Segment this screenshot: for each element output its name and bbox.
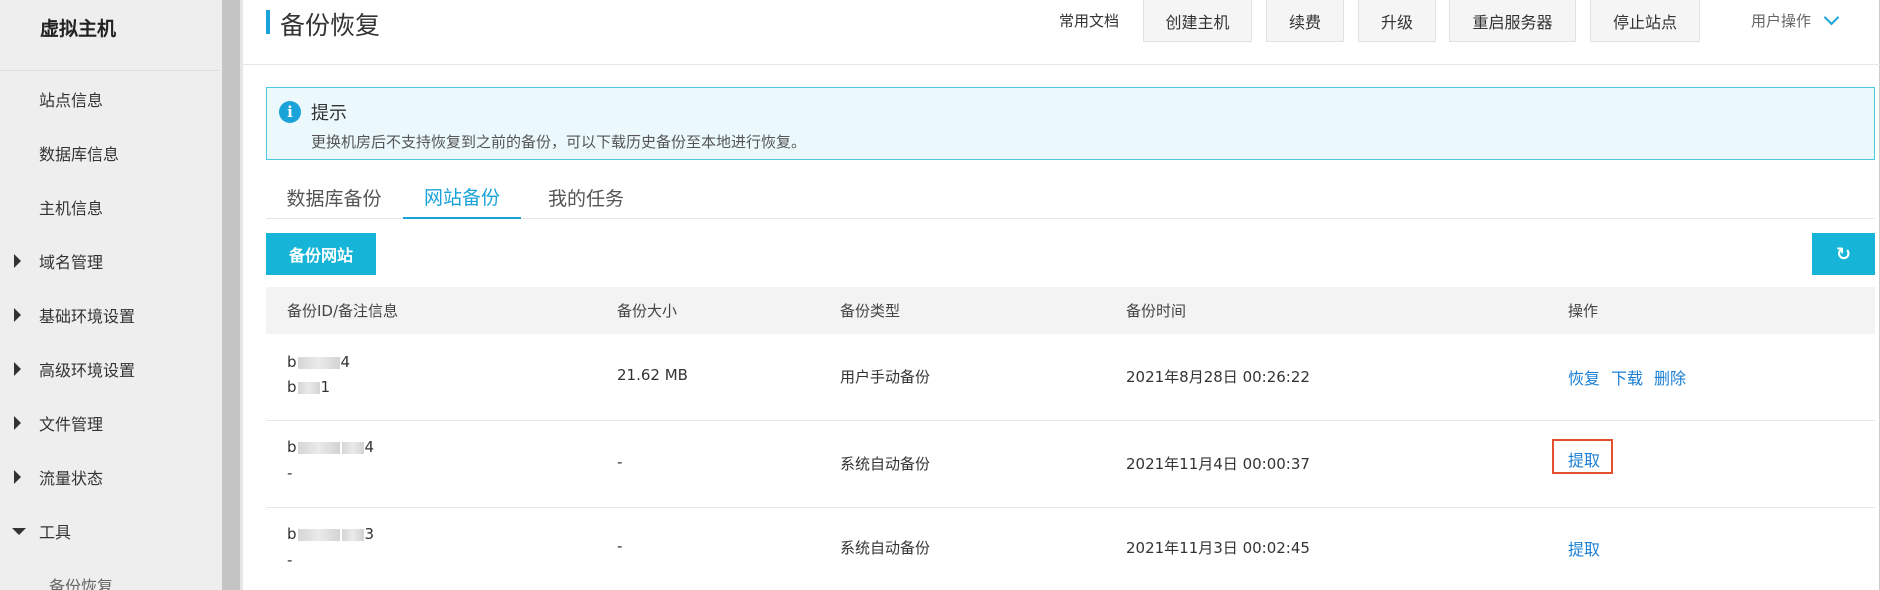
table-row: b3 - - 系统自动备份 2021年11月3日 00:02:45 提取 (266, 509, 1875, 590)
refresh-icon: ↻ (1835, 243, 1852, 265)
backup-size: - (617, 537, 623, 555)
column-header: 备份ID/备注信息 (287, 302, 399, 320)
stop-site-button[interactable]: 停止站点 (1590, 0, 1700, 42)
column-header: 备份大小 (617, 302, 678, 320)
sidebar-item-traffic[interactable]: 流量状态 (0, 457, 220, 497)
sidebar-item-label: 备份恢复 (49, 577, 114, 590)
table-row: b4 - - 系统自动备份 2021年11月4日 00:00:37 提取 (266, 422, 1875, 508)
info-icon: i (279, 101, 301, 123)
extract-link[interactable]: 提取 (1568, 536, 1600, 560)
backup-note: b1 (287, 378, 331, 396)
sidebar-item-label: 流量状态 (39, 469, 104, 488)
sidebar-item-label: 站点信息 (39, 91, 104, 110)
sidebar-item-domain[interactable]: 域名管理 (0, 241, 220, 281)
sidebar-item-label: 高级环境设置 (39, 361, 136, 380)
sidebar-item-basic-env[interactable]: 基础环境设置 (0, 295, 220, 335)
backup-note: - (287, 464, 293, 482)
notice-text: 更换机房后不支持恢复到之前的备份，可以下载历史备份至本地进行恢复。 (311, 133, 807, 151)
notice-box: i 提示 更换机房后不支持恢复到之前的备份，可以下载历史备份至本地进行恢复。 (266, 87, 1875, 160)
restore-link[interactable]: 恢复 (1568, 365, 1600, 389)
sidebar: 虚拟主机 站点信息 数据库信息 主机信息 域名管理 基础环境设置 高级环境设置 … (0, 0, 222, 590)
sidebar-item-host-info[interactable]: 主机信息 (0, 187, 220, 227)
tab-database-backup[interactable]: 数据库备份 (266, 176, 402, 219)
delete-link[interactable]: 删除 (1654, 365, 1686, 389)
sidebar-item-backup-restore[interactable]: 备份恢复 (0, 565, 220, 590)
tab-website-backup[interactable]: 网站备份 (403, 176, 521, 219)
table-header: 备份ID/备注信息 备份大小 备份类型 备份时间 操作 (266, 287, 1875, 334)
sidebar-item-database-info[interactable]: 数据库信息 (0, 133, 220, 173)
sidebar-item-advanced-env[interactable]: 高级环境设置 (0, 349, 220, 389)
sidebar-item-label: 主机信息 (39, 199, 104, 218)
backup-id: b4 (287, 353, 351, 371)
chevron-down-icon[interactable] (1823, 9, 1840, 26)
caret-right-icon (14, 470, 21, 484)
page-title: 备份恢复 (280, 11, 381, 40)
page-header: 备份恢复 常用文档 创建主机 续费 升级 重启服务器 停止站点 用户操作 (243, 0, 1880, 65)
download-link[interactable]: 下载 (1611, 365, 1643, 389)
renew-button[interactable]: 续费 (1266, 0, 1344, 42)
column-header: 备份时间 (1126, 302, 1187, 320)
sidebar-title: 虚拟主机 (40, 18, 117, 40)
sidebar-scrollbar[interactable] (222, 0, 240, 590)
sidebar-divider (0, 70, 220, 71)
backup-size: - (617, 453, 623, 471)
sidebar-item-label: 基础环境设置 (39, 307, 136, 326)
main-content: 备份恢复 常用文档 创建主机 续费 升级 重启服务器 停止站点 用户操作 i 提… (243, 0, 1880, 590)
backup-time: 2021年11月3日 00:02:45 (1126, 539, 1310, 557)
caret-right-icon (14, 362, 21, 376)
backup-id: b4 (287, 438, 375, 456)
backup-id: b3 (287, 525, 375, 543)
backup-type: 用户手动备份 (840, 368, 931, 386)
caret-down-icon (12, 528, 26, 535)
caret-right-icon (14, 308, 21, 322)
sidebar-item-label: 数据库信息 (39, 145, 120, 164)
docs-link[interactable]: 常用文档 (1059, 10, 1119, 31)
backup-type: 系统自动备份 (840, 455, 931, 473)
upgrade-button[interactable]: 升级 (1358, 0, 1436, 42)
sidebar-item-site-info[interactable]: 站点信息 (0, 79, 220, 119)
title-accent-bar (266, 10, 270, 34)
backup-time: 2021年11月4日 00:00:37 (1126, 455, 1310, 473)
column-header: 操作 (1568, 302, 1599, 320)
user-ops-dropdown[interactable]: 用户操作 (1751, 10, 1811, 31)
tab-bar: 数据库备份 网站备份 我的任务 (266, 176, 1875, 219)
refresh-button[interactable]: ↻ (1812, 233, 1875, 275)
extract-link[interactable]: 提取 (1568, 447, 1600, 471)
table-row: b4 b1 21.62 MB 用户手动备份 2021年8月28日 00:26:2… (266, 335, 1875, 421)
sidebar-item-label: 工具 (39, 523, 72, 542)
sidebar-item-tools[interactable]: 工具 (0, 511, 220, 551)
backup-website-button[interactable]: 备份网站 (266, 233, 376, 275)
notice-title: 提示 (311, 103, 347, 124)
sidebar-item-label: 文件管理 (39, 415, 104, 434)
column-header: 备份类型 (840, 302, 901, 320)
tab-my-tasks[interactable]: 我的任务 (532, 176, 640, 219)
caret-right-icon (14, 416, 21, 430)
restart-server-button[interactable]: 重启服务器 (1449, 0, 1576, 42)
backup-note: - (287, 551, 293, 569)
caret-right-icon (14, 254, 21, 268)
sidebar-item-label: 域名管理 (39, 253, 104, 272)
backup-time: 2021年8月28日 00:26:22 (1126, 368, 1310, 386)
backup-type: 系统自动备份 (840, 539, 931, 557)
sidebar-item-file-manage[interactable]: 文件管理 (0, 403, 220, 443)
backup-size: 21.62 MB (617, 366, 688, 384)
create-host-button[interactable]: 创建主机 (1143, 0, 1252, 42)
